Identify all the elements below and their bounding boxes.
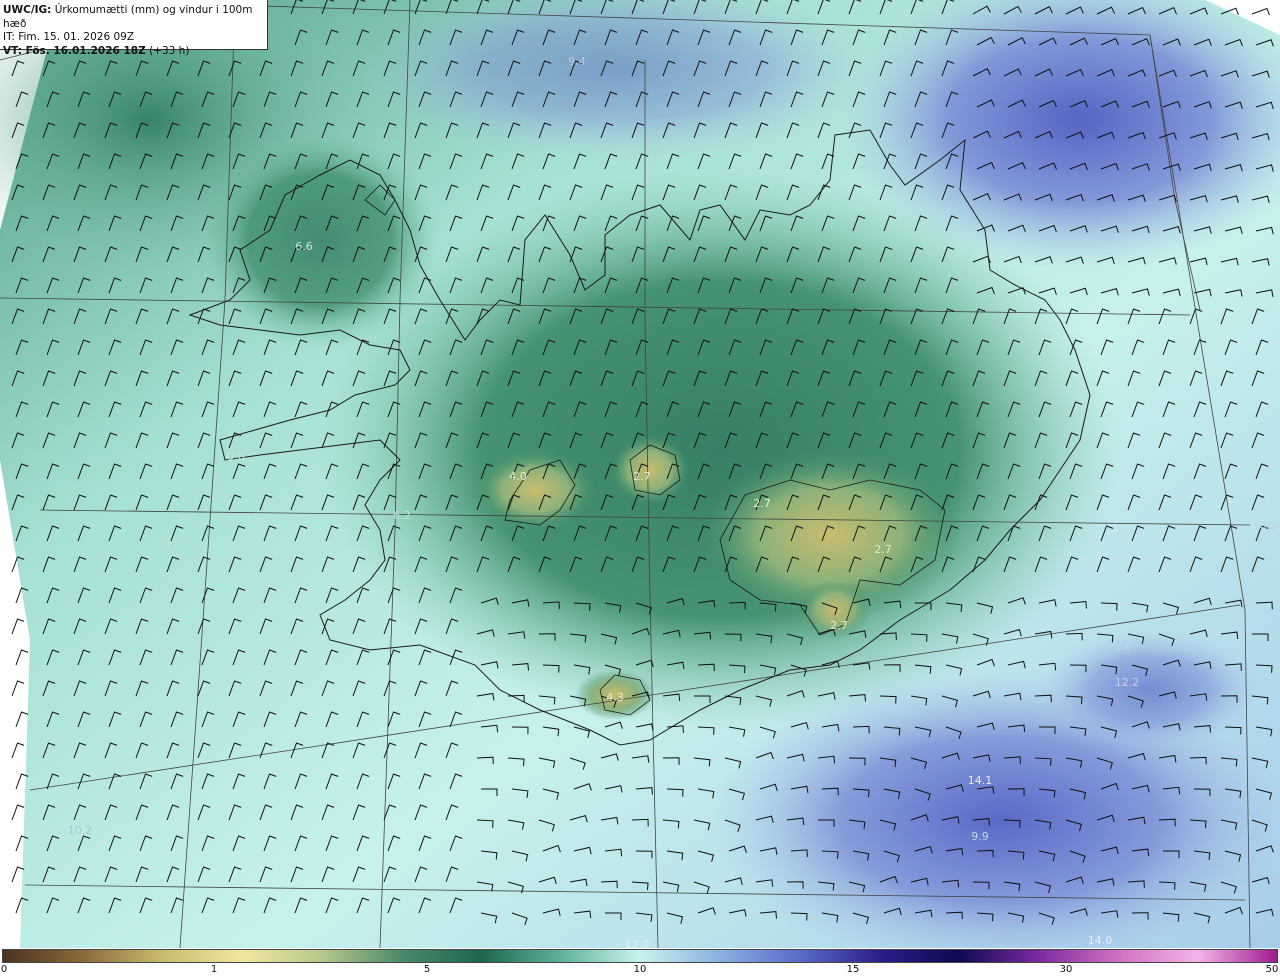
precip-value-label: 6.6 xyxy=(295,240,313,253)
valid-time: VT: Fös. 16.01.2026 18Z xyxy=(3,44,146,57)
colorbar-tick-30: 30 xyxy=(1059,964,1073,975)
precip-value-label: 2.7 xyxy=(874,543,892,556)
precip-value-label: 9.0 xyxy=(163,537,181,550)
shade-se-blue-2 xyxy=(1040,630,1260,750)
precip-value-label: 2.7 xyxy=(633,470,651,483)
colorbar-tick-0: 0 xyxy=(0,964,8,975)
colorbar-strip xyxy=(2,949,1278,963)
colorbar-tick-1: 1 xyxy=(210,964,218,975)
model-label: UWC/IG: xyxy=(3,4,52,16)
colorbar-tick-50: 50 xyxy=(1265,964,1279,975)
precip-value-label: 12.2 xyxy=(1115,676,1140,689)
valid-time-line: VT: Fös. 16.01.2026 18Z (+33 h) xyxy=(3,45,267,59)
precip-value-label: 2.7 xyxy=(830,619,848,632)
precip-value-label: 9.9 xyxy=(971,830,989,843)
precip-value-label: 9.4 xyxy=(568,55,586,68)
shade-iceland xyxy=(320,170,1120,730)
precip-value-label: 10.2 xyxy=(1253,520,1278,533)
precip-value-label: 4.0 xyxy=(509,470,527,483)
colorbar-tick-5: 5 xyxy=(423,964,431,975)
precip-value-label: 14.1 xyxy=(968,774,993,787)
colorbar-tick-10: 10 xyxy=(633,964,647,975)
issue-time: IT: Fim. 15. 01. 2026 09Z xyxy=(3,31,135,43)
precip-colorbar: 0 1 5 10 15 30 50 xyxy=(0,948,1280,978)
shade-langjokull xyxy=(475,450,595,530)
precip-value-label: 4.3 xyxy=(606,691,624,704)
map-info-box: UWC/IG: Úrkomumætti (mm) og vindur i 100… xyxy=(0,0,268,57)
forecast-map: 9.4 6.6 4.0 2.7 2.7 2.7 2.7 9.0 6.2 9.6 4.3 10.2 10.… xyxy=(0,0,1280,948)
info-title-line: UWC/IG: Úrkomumætti (mm) og vindur i 100… xyxy=(3,4,267,31)
precip-value-label: 6.2 xyxy=(393,509,411,522)
precip-value-label: 14.0 xyxy=(1088,934,1113,947)
colorbar-tick-15: 15 xyxy=(846,964,860,975)
precip-value-label: 10.2 xyxy=(68,824,93,837)
forecast-offset: (+33 h) xyxy=(149,44,190,57)
precip-value-label: 2.7 xyxy=(753,497,771,510)
precip-value-label: 6.2 xyxy=(1113,639,1131,652)
precip-value-label: 9.6 xyxy=(227,450,245,463)
shade-westfjords xyxy=(200,130,440,350)
precip-value-label: 12.0 xyxy=(625,938,650,948)
